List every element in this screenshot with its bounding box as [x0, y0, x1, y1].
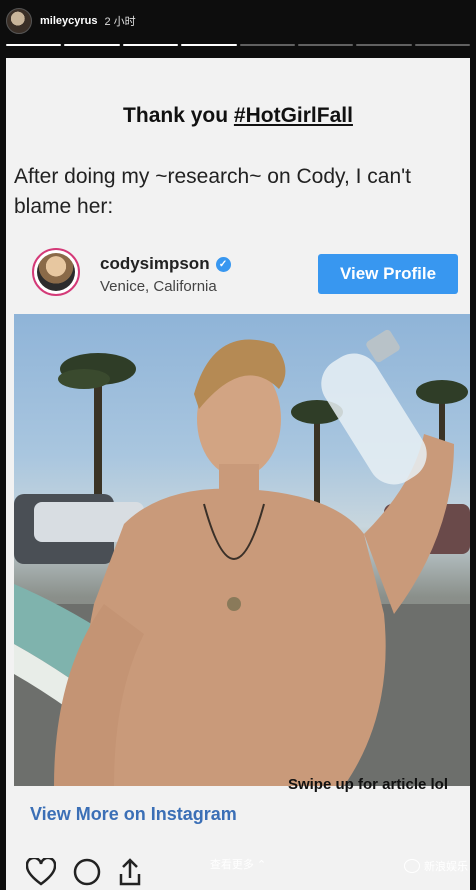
story-viewer: mileycyrus 2 小时 Thank you #HotGirlFall A… [0, 0, 476, 890]
hashtag-link[interactable]: #HotGirlFall [234, 104, 353, 127]
verified-badge-icon: ✓ [215, 256, 231, 272]
progress-segment [6, 44, 62, 46]
story-title: Thank you #HotGirlFall [6, 104, 470, 128]
title-prefix: Thank you [123, 104, 234, 127]
progress-segment [356, 44, 412, 46]
weibo-logo-icon [404, 859, 420, 873]
progress-segment [122, 44, 179, 46]
instagram-username-text[interactable]: codysimpson [100, 254, 210, 274]
progress-segment [64, 44, 120, 46]
profile-avatar[interactable] [6, 8, 32, 34]
view-profile-button[interactable]: View Profile [318, 254, 458, 294]
instagram-location[interactable]: Venice, California [100, 278, 217, 295]
progress-segment [297, 44, 354, 46]
instagram-embed-header: codysimpson ✓ Venice, California View Pr… [28, 244, 460, 304]
watermark-text: 新浪娱乐 [424, 861, 468, 873]
story-progress-bar [6, 44, 470, 47]
swipe-up-text: Swipe up for article lol [287, 776, 448, 793]
post-photo[interactable] [14, 314, 470, 786]
story-card: Thank you #HotGirlFall After doing my ~r… [6, 58, 470, 890]
story-timestamp: 2 小时 [104, 16, 136, 28]
progress-segment [181, 44, 237, 46]
palm-tree-left [58, 353, 136, 504]
story-caption: After doing my ~research~ on Cody, I can… [14, 165, 411, 218]
story-username[interactable]: mileycyrus [40, 15, 97, 27]
view-more-on-instagram-link[interactable]: View More on Instagram [30, 804, 237, 825]
instagram-username[interactable]: codysimpson ✓ [100, 254, 231, 274]
post-photo-illustration [14, 329, 470, 786]
watermark: 新浪娱乐 [404, 858, 468, 874]
progress-segment [239, 44, 295, 46]
progress-segment [414, 44, 470, 46]
instagram-avatar[interactable] [32, 248, 80, 296]
story-header: mileycyrus 2 小时 [6, 4, 136, 38]
